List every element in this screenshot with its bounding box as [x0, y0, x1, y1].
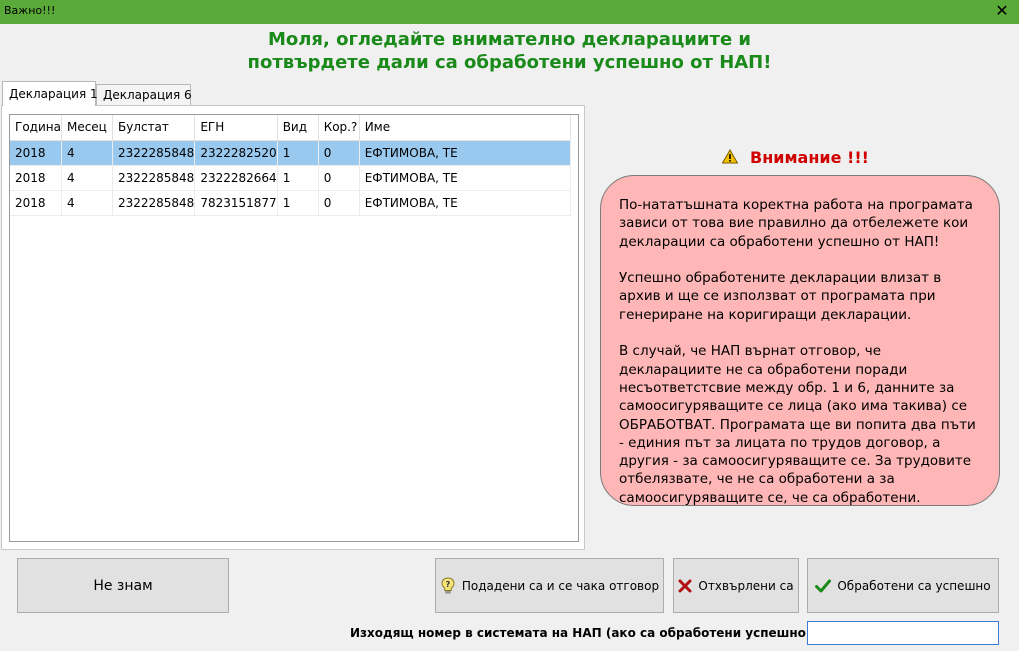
- table-header-row: Година Месец Булстат ЕГН Вид Кор.? Име: [10, 115, 571, 141]
- dont-know-button[interactable]: Не знам: [17, 558, 229, 613]
- table-cell: 7823151877: [194, 190, 278, 216]
- table-cell: 1: [277, 190, 319, 216]
- table-cell: 2322285848: [112, 190, 196, 216]
- close-icon[interactable]: ✕: [985, 0, 1019, 24]
- warning-title: Внимание !!!: [750, 148, 869, 167]
- processed-successfully-label: Обработени са успешно: [837, 578, 991, 593]
- warning-triangle-icon: [722, 149, 738, 164]
- dont-know-label: Не знам: [93, 577, 153, 594]
- table-cell: 4: [61, 190, 113, 216]
- column-header-year[interactable]: Година: [10, 115, 62, 141]
- column-header-egn[interactable]: ЕГН: [194, 115, 278, 141]
- column-header-bulstat[interactable]: Булстат: [112, 115, 196, 141]
- table-cell: 2322285848: [112, 165, 196, 191]
- svg-text:?: ?: [446, 580, 451, 589]
- warning-notice-box: По-нататъшната коректна работа на програ…: [600, 175, 1000, 506]
- table-cell: 1: [277, 140, 319, 166]
- table-row[interactable]: 2018 4 2322285848 2322282520 1 0 ЕФТИМОВ…: [10, 140, 571, 166]
- reference-number-input[interactable]: [807, 621, 999, 645]
- rejected-button[interactable]: Отхвърлени са: [673, 558, 799, 613]
- table-cell: 4: [61, 165, 113, 191]
- column-header-type[interactable]: Вид: [277, 115, 319, 141]
- title-bar: Важно!!! ✕: [0, 0, 1019, 24]
- table-cell: ЕФТИМОВА, ТЕ: [359, 190, 571, 216]
- question-bulb-icon: ?: [441, 576, 455, 594]
- declarations-table: Година Месец Булстат ЕГН Вид Кор.? Име 2…: [10, 115, 571, 216]
- reference-number-label: Изходящ номер в системата на НАП (ако са…: [350, 626, 817, 640]
- table-cell: 2322282664: [194, 165, 278, 191]
- notice-paragraph-1: По-нататъшната коректна работа на програ…: [619, 197, 973, 250]
- tab-declaration-6[interactable]: Декларация 6: [96, 84, 192, 105]
- column-header-name[interactable]: Име: [359, 115, 571, 141]
- tab-declaration-1[interactable]: Декларация 1: [2, 81, 98, 106]
- table-cell: 1: [277, 165, 319, 191]
- table-cell: ЕФТИМОВА, ТЕ: [359, 140, 571, 166]
- table-cell: 2018: [10, 190, 62, 216]
- heading-line-2: потвърдете дали са обработени успешно от…: [247, 52, 772, 73]
- table-cell: 2018: [10, 165, 62, 191]
- tab-panel: Година Месец Булстат ЕГН Вид Кор.? Име 2…: [1, 105, 585, 550]
- table-row[interactable]: 2018 4 2322285848 2322282664 1 0 ЕФТИМОВ…: [10, 165, 571, 191]
- page-heading: Моля, огледайте внимателно декларациите …: [0, 28, 1019, 74]
- heading-line-1: Моля, огледайте внимателно декларациите …: [267, 29, 752, 50]
- table-cell: 2322282520: [194, 140, 278, 166]
- x-mark-icon: [678, 579, 692, 592]
- notice-paragraph-2: Успешно обработените декларации влизат в…: [619, 270, 942, 323]
- table-cell: 0: [318, 140, 360, 166]
- checkmark-icon: [815, 579, 832, 592]
- table-cell: ЕФТИМОВА, ТЕ: [359, 165, 571, 191]
- notice-paragraph-3: В случай, че НАП върнат отговор, че декл…: [619, 343, 976, 506]
- declarations-grid[interactable]: Година Месец Булстат ЕГН Вид Кор.? Име 2…: [9, 114, 579, 542]
- column-header-month[interactable]: Месец: [61, 115, 113, 141]
- column-header-correction[interactable]: Кор.?: [318, 115, 360, 141]
- submitted-awaiting-label: Подадени са и се чака отговор: [461, 578, 660, 593]
- table-row[interactable]: 2018 4 2322285848 7823151877 1 0 ЕФТИМОВ…: [10, 190, 571, 216]
- rejected-label: Отхвърлени са: [698, 578, 794, 593]
- table-cell: 2018: [10, 140, 62, 166]
- submitted-awaiting-button[interactable]: ? Подадени са и се чака отговор: [435, 558, 664, 613]
- processed-successfully-button[interactable]: Обработени са успешно: [807, 558, 999, 613]
- table-cell: 2322285848: [112, 140, 196, 166]
- table-cell: 0: [318, 165, 360, 191]
- window-title: Важно!!!: [4, 4, 56, 17]
- table-cell: 0: [318, 190, 360, 216]
- table-cell: 4: [61, 140, 113, 166]
